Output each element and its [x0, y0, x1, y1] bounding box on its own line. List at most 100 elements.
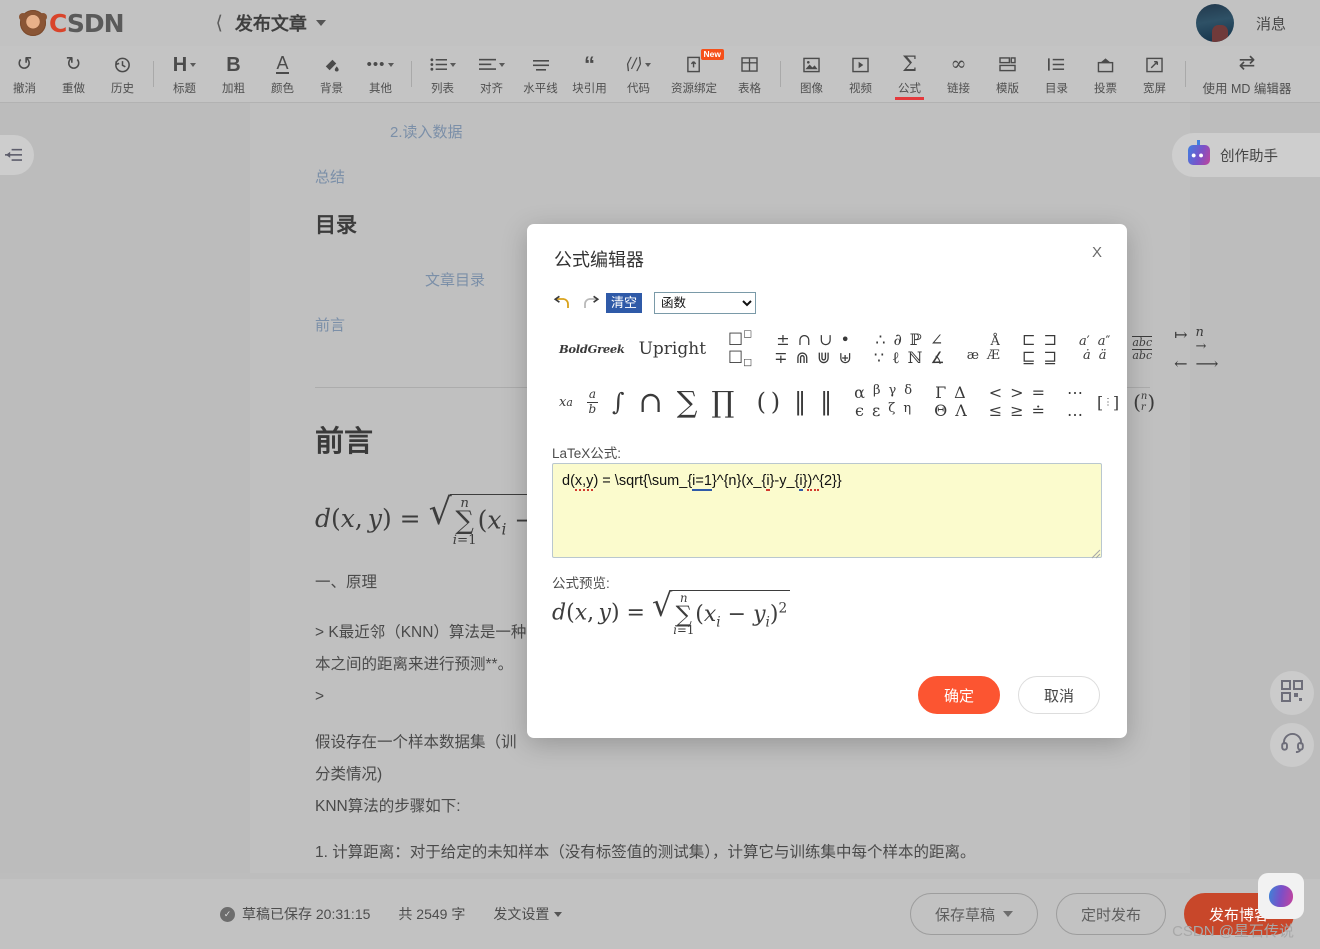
chevron-down-icon[interactable]: [554, 911, 563, 917]
check-circle-icon: ✓: [220, 906, 235, 922]
toolbar-item-template[interactable]: 模版: [983, 48, 1032, 100]
toolbar-item-history[interactable]: 历史: [98, 48, 147, 100]
image-icon: [803, 53, 820, 77]
qr-code-button[interactable]: [1270, 671, 1314, 715]
toolbar-label: 图像: [800, 82, 823, 95]
cancel-button[interactable]: 取消: [1018, 676, 1100, 714]
toolbar-item-formula[interactable]: Σ 公式: [885, 48, 934, 100]
toolbar-item-bold[interactable]: B 加粗: [209, 48, 258, 100]
palette-row-2: xa ab ∫ ∩ ∑ ∏ ( ) ‖ ‖ αβγδ ϵεζη Γ Δ Θ Λ …: [552, 378, 1155, 426]
collapse-sidebar-icon[interactable]: [0, 135, 34, 175]
messages-link[interactable]: 消息: [1256, 13, 1286, 34]
toolbar-item-vote[interactable]: 投票: [1081, 48, 1130, 100]
toolbar-item-widescreen[interactable]: 宽屏: [1130, 48, 1179, 100]
caret-down-icon: [1002, 911, 1013, 917]
toolbar-item-video[interactable]: 视频: [836, 48, 885, 100]
link-icon: ∞: [950, 53, 967, 75]
palette-accents-group[interactable]: a′ a″ ȧä: [1072, 328, 1117, 370]
toolbar-item-heading[interactable]: H 标题: [160, 48, 209, 100]
toolbar-item-align[interactable]: 对齐: [467, 48, 516, 100]
toolbar-label: 使用 MD 编辑器: [1202, 82, 1292, 96]
redo-arrow-icon[interactable]: [579, 294, 600, 313]
toolbar-label: 加粗: [222, 82, 245, 95]
close-icon[interactable]: X: [1092, 244, 1102, 261]
palette-ligature-group[interactable]: Å æÆ: [960, 328, 1007, 370]
palette-overbrace-group[interactable]: abc abc: [1125, 328, 1159, 370]
toolbar-item-blockquote[interactable]: “ 块引用: [565, 48, 614, 100]
toolbar-label: 水平线: [523, 82, 558, 95]
palette-greek-upper-group[interactable]: ΓΔ ΘΛ: [927, 378, 974, 426]
confirm-button[interactable]: 确定: [918, 676, 1000, 714]
palette-power[interactable]: xa: [552, 378, 580, 426]
csdn-logo[interactable]: CSDN: [19, 9, 124, 38]
palette-integral[interactable]: ∫: [605, 378, 632, 426]
dialog-actions: 确定 取消: [918, 676, 1100, 714]
palette-sum[interactable]: ∑: [670, 378, 705, 426]
toc-icon: [1048, 53, 1065, 77]
caret-down-icon[interactable]: [315, 20, 326, 26]
palette-arrows-group[interactable]: ↦ n → ← ⟶: [1167, 325, 1225, 371]
textarea-resize-handle[interactable]: [1090, 546, 1101, 559]
latex-input[interactable]: d(x,y) = \sqrt{\sum_{i=1}^{n}(x_{i}-y_{i…: [552, 463, 1102, 558]
background-color-icon: [322, 53, 341, 77]
toc-link-read-data[interactable]: 2.读入数据: [390, 121, 1150, 142]
support-button[interactable]: [1270, 723, 1314, 767]
palette-parentheses[interactable]: ( ): [750, 378, 788, 426]
palette-matrix[interactable]: [⋮]: [1090, 378, 1126, 426]
toolbar-label: 公式: [895, 80, 924, 100]
video-icon: [852, 53, 869, 77]
toolbar-item-background[interactable]: 背景: [307, 48, 356, 100]
toolbar-item-hr[interactable]: 水平线: [516, 48, 565, 100]
dialog-title: 公式编辑器: [554, 250, 644, 270]
toolbar-item-code[interactable]: ⟨/⟩ 代码: [614, 48, 663, 100]
palette-intersection[interactable]: ∩: [631, 378, 669, 426]
creation-assistant-button[interactable]: ●● 创作助手: [1172, 133, 1320, 177]
symbol-category-select[interactable]: 函数: [654, 292, 757, 314]
toolbar-item-redo[interactable]: ↻ 重做: [49, 48, 98, 100]
palette-norm-double[interactable]: ‖: [813, 378, 839, 426]
avatar[interactable]: [1195, 4, 1234, 42]
palette-box-group[interactable]: □□ □□: [721, 328, 759, 370]
toolbar-item-more[interactable]: ••• 其他: [356, 48, 405, 100]
toolbar-item-undo[interactable]: ↺ 撤消: [0, 48, 49, 100]
toolbar-item-image[interactable]: 图像: [787, 48, 836, 100]
toc-link-summary[interactable]: 总结: [315, 166, 1150, 187]
save-draft-button[interactable]: 保存草稿: [909, 893, 1038, 935]
schedule-publish-button[interactable]: 定时发布: [1055, 893, 1166, 935]
clear-button[interactable]: 清空: [606, 293, 643, 313]
publish-settings-link[interactable]: 发文设置: [493, 904, 549, 924]
floating-brain-badge[interactable]: [1258, 873, 1304, 919]
toolbar-item-list[interactable]: 列表: [418, 48, 467, 100]
undo-arrow-icon[interactable]: [552, 294, 573, 313]
undo-icon: ↺: [16, 54, 33, 75]
toolbar-item-resource-bind[interactable]: New 资源绑定: [663, 48, 725, 100]
toolbar-item-switch-md-editor[interactable]: ⇄ 使用 MD 编辑器: [1192, 48, 1302, 100]
palette-greek-lower-group[interactable]: αβγδ ϵεζη: [847, 378, 919, 426]
palette-fraction[interactable]: ab: [580, 378, 605, 426]
palette-bold-greek[interactable]: BoldGreek: [552, 328, 632, 370]
palette-relations-group[interactable]: < > = ≤ ≥ ≐: [982, 378, 1052, 426]
headset-icon: [1280, 732, 1304, 758]
palette-logic-group[interactable]: ∴ ∂ ℙ ∠ ∵ ℓ ℕ ∡: [867, 328, 952, 370]
palette-norm-single[interactable]: ‖: [787, 378, 813, 426]
palette-product[interactable]: ∏: [705, 378, 742, 426]
palette-binomial[interactable]: (n r): [1126, 378, 1162, 426]
latex-input-label: LaTeX公式:: [552, 446, 622, 461]
palette-set-ops-group[interactable]: ± ∩ ∪ • ∓ ⋒ ⋓ ⊎: [767, 328, 859, 370]
preview-label: 公式预览:: [552, 576, 610, 591]
palette-upright[interactable]: Upright: [632, 328, 713, 370]
paragraph-step1-line1: 1. 计算距离：对于给定的未知样本（没有标签值的测试集），计算它与训练集中每个样…: [315, 843, 976, 861]
bold-icon: B: [226, 53, 241, 76]
toolbar-item-link[interactable]: ∞ 链接: [934, 48, 983, 100]
history-icon: [113, 53, 132, 77]
palette-dots-group[interactable]: ⋯ …: [1060, 378, 1090, 426]
toolbar-item-font-color[interactable]: A 颜色: [258, 48, 307, 100]
toolbar-item-table[interactable]: 表格: [725, 48, 774, 100]
palette-square-rel-group[interactable]: ⊏ ⊐ ⊑ ⊒: [1015, 328, 1064, 370]
toolbar-label: 块引用: [572, 82, 607, 95]
header-right-group: 消息: [1195, 4, 1286, 42]
palette-row-1: BoldGreek Upright □□ □□ ± ∩ ∪ • ∓ ⋒ ⋓ ⊎ ∴ ∂ ℙ ∠ ∵…: [552, 325, 1218, 371]
toolbar-item-toc[interactable]: 目录: [1032, 48, 1081, 100]
paragraph-steps: KNN算法的步骤如下:: [315, 797, 461, 815]
chevron-left-icon[interactable]: ⟨: [216, 14, 223, 33]
